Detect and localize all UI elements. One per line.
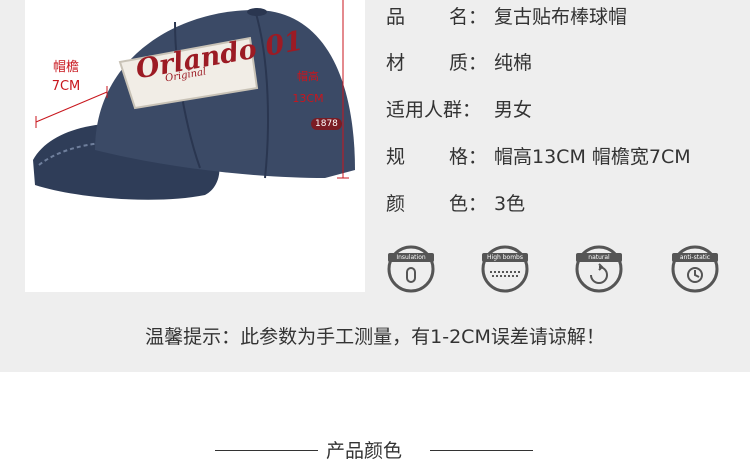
- measurement-note: 温馨提示：此参数为手工测量，有1-2CM误差请谅解！: [145, 326, 605, 348]
- anti-static-icon: anti-static: [670, 244, 720, 294]
- feature-label: Insulation: [396, 254, 426, 261]
- high-bombs-icon: High bombs: [480, 244, 530, 294]
- spec-value: 男女: [494, 99, 533, 121]
- feature-label: High bombs: [487, 254, 523, 261]
- spec-key-char2: 色: [449, 193, 469, 215]
- spec-key-char1: 颜: [386, 193, 406, 215]
- height-label-value: 13CM: [292, 92, 324, 105]
- spec-key-char2: 格: [449, 146, 469, 168]
- spec-colon: ：: [468, 146, 488, 168]
- natural-icon: natural: [574, 244, 624, 294]
- spec-colon: ：: [468, 193, 488, 215]
- product-photo: Orlando 01 Original 1878: [25, 0, 365, 292]
- spec-key-char2: 名: [449, 6, 469, 28]
- spec-key-char1: 规: [386, 146, 406, 168]
- section-heading: 产品颜色: [0, 430, 750, 462]
- height-dimension-label: 帽高 13CM: [286, 66, 330, 110]
- spec-key: 适用人群：: [386, 99, 482, 121]
- spec-value: 纯棉: [494, 52, 533, 74]
- spec-value: 帽高13CM 帽檐宽7CM: [494, 146, 691, 168]
- spec-colon: ：: [468, 52, 488, 74]
- heading-divider-right: [430, 450, 533, 451]
- spec-colon: ：: [468, 6, 488, 28]
- feature-label: anti-static: [679, 254, 711, 261]
- brim-label-name: 帽檐: [52, 60, 79, 75]
- brim-dimension-label: 帽檐 7CM: [44, 58, 88, 96]
- feature-icons: Insulation High bombs natural anti-stati…: [386, 244, 726, 296]
- spec-value: 3色: [494, 193, 526, 215]
- heading-divider-left: [215, 450, 318, 451]
- spec-key-char2: 质: [449, 52, 469, 74]
- measurement-lines: [35, 0, 349, 179]
- spec-key-char1: 材: [386, 52, 406, 74]
- insulation-icon: Insulation: [386, 244, 436, 294]
- brim-label-value: 7CM: [51, 79, 81, 94]
- product-spec-panel: Orlando 01 Original 1878 帽檐 7CM 帽高 13CM …: [0, 0, 750, 372]
- spec-value: 复古贴布棒球帽: [494, 6, 628, 28]
- spec-key-char1: 品: [386, 6, 406, 28]
- feature-label: natural: [588, 254, 610, 261]
- height-label-name: 帽高: [297, 70, 319, 83]
